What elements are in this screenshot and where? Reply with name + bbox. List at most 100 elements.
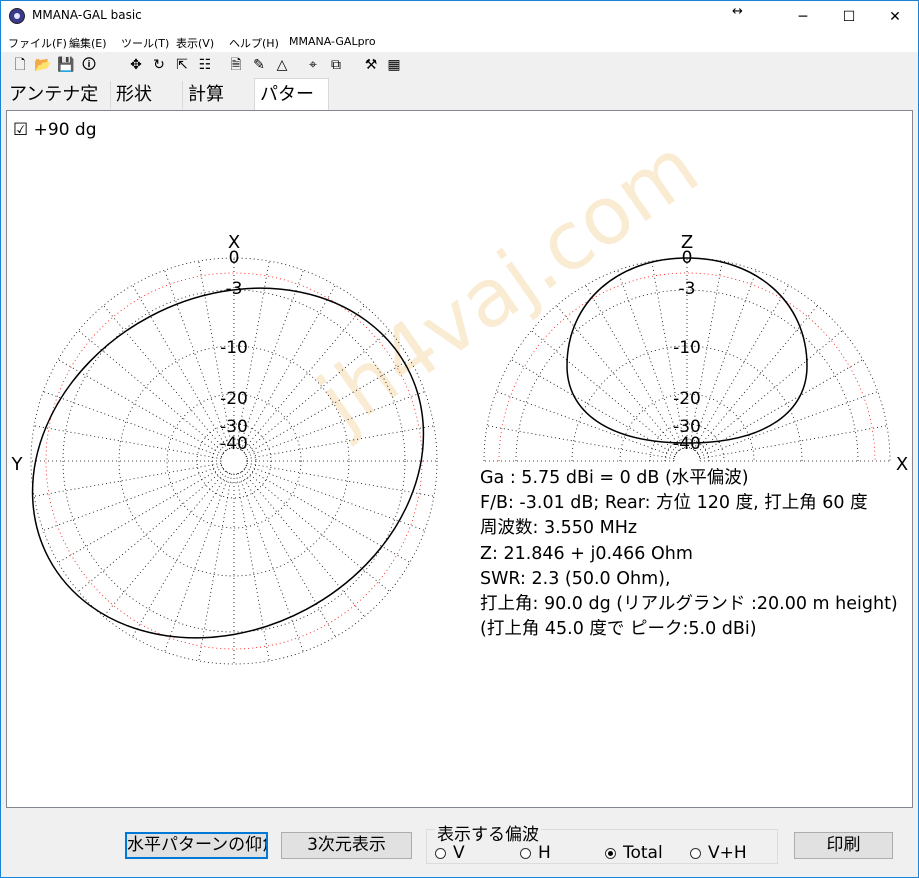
elevation-angle-button[interactable]: 水平パターンの仰角 bbox=[125, 832, 268, 859]
app-icon[interactable] bbox=[9, 8, 25, 24]
grid-spoke bbox=[43, 465, 222, 531]
menu-help[interactable]: ヘルプ(H) bbox=[229, 35, 279, 51]
open-folder-icon[interactable]: 📂 bbox=[34, 56, 52, 74]
radio-total[interactable]: Total bbox=[605, 843, 663, 863]
resize-arrows-icon: ↔ bbox=[732, 4, 743, 19]
calculator-icon[interactable]: ▦ bbox=[385, 56, 403, 74]
gain-line: Ga : 5.75 dBi = 0 dB (水平偏波) bbox=[480, 468, 749, 488]
grid-spoke bbox=[531, 330, 678, 453]
info-icon[interactable]: 🛈 bbox=[80, 56, 98, 74]
tab-pattern[interactable]: パターン bbox=[254, 78, 329, 137]
grid-spoke bbox=[57, 467, 223, 563]
window-title: MMANA-GAL basic bbox=[32, 8, 142, 22]
grid-spoke bbox=[240, 472, 336, 638]
tools-icon[interactable]: ⚒ bbox=[362, 56, 380, 74]
grid-ring bbox=[166, 393, 302, 529]
close-button[interactable]: ✕ bbox=[872, 1, 918, 32]
ring-label-0: 0 bbox=[229, 248, 240, 268]
radio-total-circle bbox=[605, 847, 616, 859]
radio-total-label: Total bbox=[623, 843, 663, 863]
grid-spoke bbox=[246, 465, 425, 531]
grid-spoke bbox=[103, 305, 226, 452]
tab-geometry[interactable]: 形状 bbox=[111, 81, 183, 109]
stretch-icon[interactable]: ⇱ bbox=[173, 56, 191, 74]
ring-label-minus20: -20 bbox=[673, 389, 701, 409]
ring-label-minus20: -20 bbox=[220, 389, 248, 409]
ring-label-0: 0 bbox=[682, 248, 693, 268]
ring-label-minus40: -40 bbox=[673, 434, 701, 454]
grid-spoke bbox=[43, 391, 222, 457]
radio-v-circle bbox=[435, 847, 446, 859]
radiation-pattern-plots: jh4vaj.com X Y Z X 0 -3 -10 -20 -30 -40 … bbox=[11, 120, 908, 665]
grid-spoke bbox=[693, 284, 789, 450]
view-3d-button[interactable]: 3次元表示 bbox=[281, 832, 412, 859]
triangle-icon[interactable]: △ bbox=[273, 56, 291, 74]
tab-calculate[interactable]: 計算 bbox=[183, 81, 255, 109]
peak-line: (打上角 45.0 度で ピーク:5.0 dBi) bbox=[480, 619, 757, 640]
ring-label-minus10: -10 bbox=[220, 338, 248, 358]
frequency-line: 周波数: 3.550 MHz bbox=[480, 518, 638, 539]
radio-h[interactable]: H bbox=[520, 843, 551, 863]
minimize-button[interactable]: ─ bbox=[780, 1, 826, 32]
impedance-line: Z: 21.846 + j0.466 Ohm bbox=[480, 543, 693, 564]
grid-spoke bbox=[132, 284, 228, 450]
bottom-controls: 水平パターンの仰角 3次元表示 表示する偏波 V H Total V+H 印刷 bbox=[1, 811, 918, 877]
watermark: jh4vaj.com bbox=[300, 120, 714, 449]
tab-antenna-definition[interactable]: アンテナ定義 bbox=[4, 81, 111, 133]
right-ring-labels: 0 -3 -10 -20 -30 -40 bbox=[673, 248, 701, 454]
radio-v-label: V bbox=[453, 843, 465, 863]
radio-v-plus-h-label: V+H bbox=[708, 843, 747, 863]
ring-label-minus3: -3 bbox=[226, 279, 243, 299]
grid-spoke bbox=[243, 469, 390, 592]
radio-v[interactable]: V bbox=[435, 843, 465, 863]
grid-spoke bbox=[246, 425, 434, 460]
grid-spoke bbox=[164, 473, 230, 652]
maximize-button[interactable]: ☐ bbox=[826, 1, 872, 32]
grid-spoke bbox=[34, 462, 222, 497]
ring-label-minus10: -10 bbox=[673, 338, 701, 358]
grid-spoke bbox=[496, 391, 675, 457]
rotate-icon[interactable]: ↻ bbox=[150, 56, 168, 74]
grid-spoke bbox=[696, 330, 843, 453]
radio-v-plus-h[interactable]: V+H bbox=[690, 843, 747, 863]
tab-strip: アンテナ定義 形状 計算 パターン bbox=[1, 78, 918, 137]
grid-spoke bbox=[78, 469, 225, 592]
target-icon[interactable]: ⌖ bbox=[304, 56, 322, 74]
grid-spoke bbox=[699, 391, 878, 457]
grid-spoke bbox=[57, 359, 223, 455]
pattern-info: Ga : 5.75 dBi = 0 dB (水平偏波) F/B: -3.01 d… bbox=[480, 466, 898, 642]
grid-spoke bbox=[198, 473, 233, 661]
save-icon[interactable]: 💾 bbox=[57, 56, 75, 74]
grid-spoke bbox=[103, 470, 226, 617]
menu-view[interactable]: 表示(V) bbox=[176, 35, 214, 51]
menu-edit[interactable]: 編集(E) bbox=[69, 35, 107, 51]
grid-spoke bbox=[132, 472, 228, 638]
app-window: MMANA-GAL basic ↔ ─ ☐ ✕ ファイル(F) 編集(E) ツー… bbox=[0, 0, 919, 878]
print-button[interactable]: 印刷 bbox=[794, 832, 893, 859]
grid-spoke bbox=[78, 330, 225, 453]
new-file-icon[interactable]: 🗋 bbox=[11, 56, 29, 74]
front-back-line: F/B: -3.01 dB; Rear: 方位 120 度, 打上角 60 度 bbox=[480, 493, 868, 514]
ring-label-minus3: -3 bbox=[679, 279, 696, 299]
grid-spoke bbox=[691, 270, 757, 449]
swr-line: SWR: 2.3 (50.0 Ohm), bbox=[480, 568, 671, 589]
grid-spoke bbox=[246, 462, 434, 497]
menu-tools[interactable]: ツール(T) bbox=[121, 35, 169, 51]
left-side-axis-label: Y bbox=[11, 454, 24, 475]
segment-icon[interactable]: ☷ bbox=[196, 56, 214, 74]
elevation-line: 打上角: 90.0 dg (リアルグランド :20.00 m height) bbox=[480, 593, 898, 614]
grid-spoke bbox=[695, 305, 818, 452]
menu-bar: ファイル(F) 編集(E) ツール(T) 表示(V) ヘルプ(H) MMANA-… bbox=[1, 32, 918, 52]
grid-spoke bbox=[487, 425, 675, 460]
copy-icon[interactable]: ⧉ bbox=[327, 56, 345, 74]
edit-icon[interactable]: ✎ bbox=[250, 56, 268, 74]
menu-file[interactable]: ファイル(F) bbox=[8, 35, 67, 51]
menu-mmana-galpro[interactable]: MMANA-GALpro bbox=[289, 35, 376, 48]
move-icon[interactable]: ✥ bbox=[127, 56, 145, 74]
grid-spoke bbox=[556, 305, 679, 452]
document-icon[interactable]: 🗎 bbox=[227, 56, 245, 74]
left-ring-labels: 0 -3 -10 -20 -30 -40 bbox=[220, 248, 248, 454]
pattern-panel: ☑ +90 dg jh4vaj.com X Y Z X 0 -3 -10 -20… bbox=[6, 110, 913, 808]
grid-spoke bbox=[585, 284, 681, 450]
grid-spoke bbox=[238, 270, 304, 449]
